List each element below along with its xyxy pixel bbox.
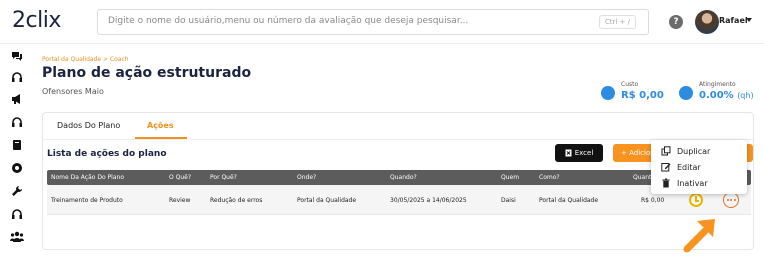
avatar[interactable] [695,10,719,34]
menu-item-duplicar[interactable]: Duplicar [661,146,710,156]
kpi-achievement-label: Atingimento [699,81,736,88]
money-icon [601,86,615,100]
spreadsheet-icon [565,149,572,157]
list-title: Lista de ações do plano [47,149,167,159]
menu-item-inativar[interactable]: Inativar [661,178,708,188]
search-input[interactable]: Digite o nome do usuário,menu ou número … [97,9,649,35]
megaphone-icon[interactable] [11,93,23,105]
dot [730,199,732,201]
row-actions-menu: Duplicar Editar Inativar [651,140,747,194]
table-header: Nome Da Ação Do Plano O Quê? Por Quê? On… [47,170,751,185]
menu-item-editar[interactable]: Editar [661,162,701,172]
users-icon[interactable] [10,231,24,243]
trash-icon [662,178,670,188]
user-name[interactable]: Rafael [719,16,748,25]
kpi-cost-value: R$ 0,00 [621,90,664,101]
headphones-icon[interactable] [11,208,23,220]
dot [726,199,729,201]
page-subtitle: Ofensores Maio [42,87,104,96]
clock-icon[interactable] [689,193,703,207]
column-header: Por Quê? [210,174,237,181]
help-icon[interactable]: ? [669,15,683,29]
tabs-divider [43,139,755,140]
cell-why: Redução de erros [210,197,263,204]
headphones-icon[interactable] [11,116,23,128]
menu-item-label: Inativar [677,178,708,188]
search-placeholder: Digite o nome do usuário,menu ou número … [108,16,469,26]
column-header: Quando? [390,174,417,181]
cell-when: 30/05/2025 a 14/06/2025 [390,197,467,204]
column-header: O Quê? [169,174,192,181]
book-icon[interactable] [11,139,23,151]
menu-item-label: Duplicar [677,146,711,156]
cell-how-much: R$ 0,00 [641,197,665,204]
kpi-achievement-number: 0.00% [699,90,734,101]
pointer-arrow-icon [683,219,715,253]
cell-what: Review [169,197,191,204]
tab-acoes[interactable]: Ações [147,121,174,130]
kpi-achievement-value: 0.00% (qh) [699,90,754,101]
menu-item-label: Editar [677,162,701,172]
excel-button-label: Excel [574,149,594,157]
logo[interactable]: 2clix [12,8,61,33]
column-header: Nome Da Ação Do Plano [51,174,124,181]
breadcrumb[interactable]: Portal da Qualidade > Coach [42,56,129,63]
more-options-button[interactable] [723,192,739,208]
page-title: Plano de ação estruturado [42,65,252,81]
column-header: Quem [501,174,520,181]
headset-icon[interactable] [11,71,23,83]
cell-who: Daisi [501,197,516,204]
top-bar: 2clix Digite o nome do usuário,menu ou n… [0,0,764,44]
excel-button[interactable]: Excel [555,144,603,162]
table-row[interactable]: Treinamento de Produto Review Redução de… [47,185,751,215]
column-header: Onde? [297,174,317,181]
column-header: Como? [539,174,560,181]
cell-where: Portal da Qualidade [297,197,357,204]
dot [733,199,736,201]
content-card: Dados Do Plano Ações Lista de ações do p… [42,112,755,250]
cell-how: Portal da Qualidade [539,197,599,204]
wrench-icon[interactable] [11,185,23,197]
chevron-down-icon[interactable] [746,18,752,22]
sidebar [0,44,34,256]
kpi-cost-label: Custo [621,81,639,88]
cell-name: Treinamento de Produto [51,197,123,204]
copy-icon [661,146,671,156]
kpi-achievement-unit: (qh) [737,91,754,100]
tab-dados-do-plano[interactable]: Dados Do Plano [57,121,120,130]
logo-text: clix [25,8,62,33]
search-shortcut: Ctrl + / [598,15,636,29]
edit-icon [661,163,671,172]
target-icon[interactable] [11,162,23,174]
chat-icon[interactable] [11,50,23,62]
main-panel: Portal da Qualidade > Coach Plano de açã… [34,46,758,252]
chart-pie-icon [679,86,693,100]
logo-number: 2 [12,8,26,33]
